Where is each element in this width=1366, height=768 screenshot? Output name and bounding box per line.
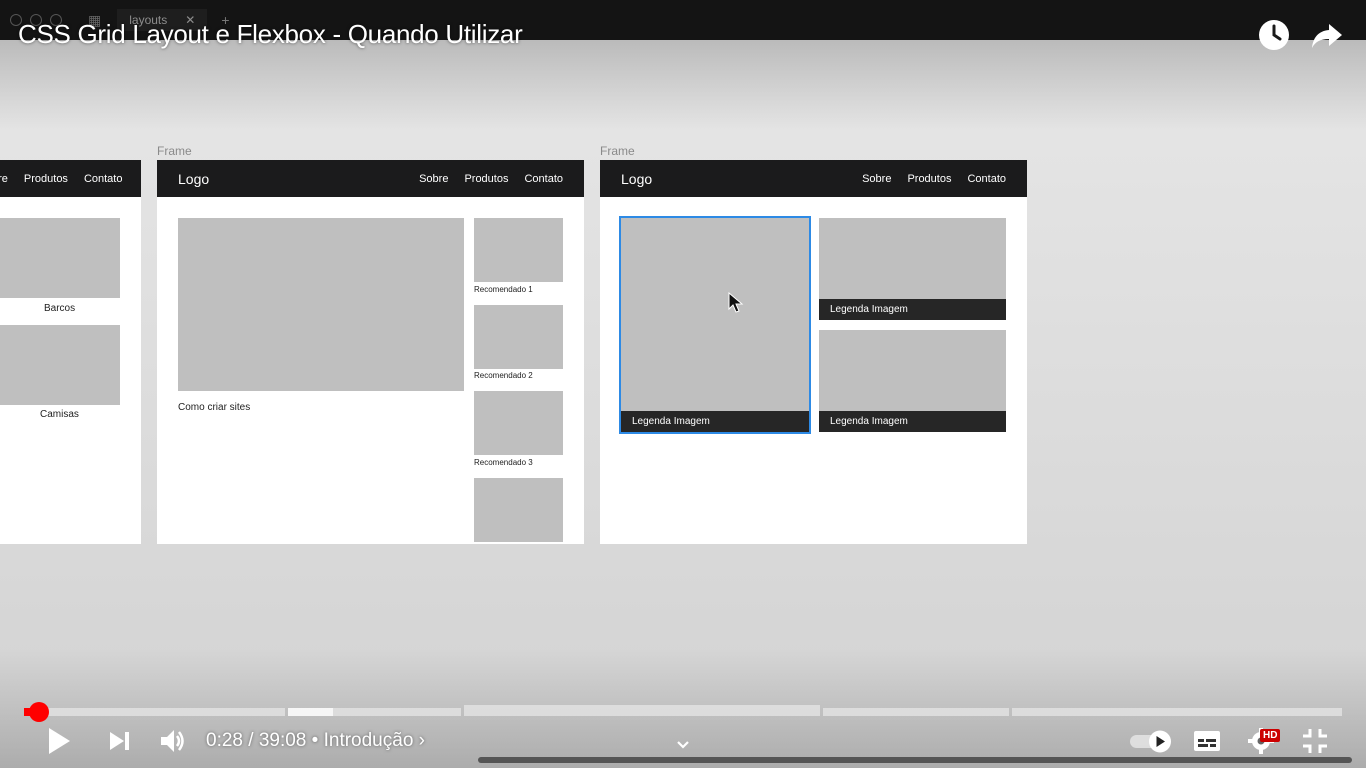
recommended-image <box>474 391 563 455</box>
share-arrow-icon[interactable] <box>1310 18 1344 52</box>
nav-links: bre Produtos Contato <box>0 173 122 185</box>
time-display: 0:28 / 39:08 • Introdução › <box>206 730 425 752</box>
autoplay-toggle-icon[interactable] <box>1128 724 1176 758</box>
chapter-segment[interactable] <box>24 708 285 716</box>
exit-fullscreen-icon[interactable] <box>1300 724 1330 758</box>
image-legend: Legenda Imagem <box>819 299 1006 320</box>
volume-icon[interactable] <box>158 724 188 758</box>
clock-icon[interactable] <box>1257 18 1291 52</box>
nav-link-contato[interactable]: Contato <box>967 173 1006 185</box>
recommended-caption-1: Recomendado 1 <box>474 285 533 294</box>
image-card[interactable]: Legenda Imagem <box>819 330 1006 432</box>
image-placeholder <box>0 218 120 298</box>
subtitles-icon[interactable] <box>1192 724 1222 758</box>
caption-camisas: Camisas <box>40 409 79 420</box>
time-separator: / <box>242 730 259 751</box>
hd-badge: HD <box>1260 729 1281 742</box>
nav-link-produtos[interactable]: Produtos <box>464 173 508 185</box>
nav-link-produtos[interactable]: Produtos <box>907 173 951 185</box>
chapter-bullet: • <box>306 730 324 751</box>
scrubber-knob[interactable] <box>29 702 50 722</box>
chapter-arrow-icon[interactable]: › <box>419 730 425 751</box>
main-caption: Como criar sites <box>178 402 251 413</box>
frame-left: bre Produtos Contato Barcos Camisas <box>0 160 141 544</box>
next-icon[interactable] <box>106 724 134 758</box>
nav-link-contato[interactable]: Contato <box>84 173 123 185</box>
caption-barcos: Barcos <box>44 303 76 314</box>
chapter-segment[interactable] <box>823 708 1009 716</box>
nav-link-sobre[interactable]: bre <box>0 173 8 185</box>
nav-link-produtos[interactable]: Produtos <box>24 173 68 185</box>
image-legend: Legenda Imagem <box>621 411 809 432</box>
current-time: 0:28 <box>206 730 243 751</box>
duration: 39:08 <box>258 730 307 751</box>
chapter-segment[interactable] <box>1012 708 1342 716</box>
recommended-image <box>474 305 563 369</box>
frame-right[interactable]: Logo Sobre Produtos Contato Legenda Imag… <box>600 160 1027 544</box>
play-icon[interactable] <box>44 724 74 758</box>
frame-label: Frame <box>600 144 635 158</box>
image-card[interactable]: Legenda Imagem <box>819 218 1006 320</box>
selected-image-card[interactable]: Legenda Imagem <box>619 216 811 434</box>
top-gradient <box>0 40 1366 130</box>
chapter-segment[interactable] <box>464 705 820 716</box>
logo: Logo <box>621 171 653 187</box>
main-image-placeholder <box>178 218 464 391</box>
frame-middle[interactable]: Logo Sobre Produtos Contato Como criar s… <box>157 160 584 544</box>
recommended-caption-2: Recomendado 2 <box>474 371 533 380</box>
nav-links: Sobre Produtos Contato <box>862 173 1006 185</box>
video-title[interactable]: CSS Grid Layout e Flexbox - Quando Utili… <box>18 19 523 50</box>
chapter-title[interactable]: Introdução <box>324 730 414 751</box>
mouse-cursor-icon <box>728 292 744 313</box>
frame-nav: bre Produtos Contato <box>0 160 141 197</box>
frame-label: Frame <box>157 144 192 158</box>
nav-link-contato[interactable]: Contato <box>524 173 563 185</box>
frame-nav: Logo Sobre Produtos Contato <box>600 160 1027 197</box>
nav-links: Sobre Produtos Contato <box>419 173 563 185</box>
image-legend: Legenda Imagem <box>819 411 1006 432</box>
horizontal-scrollbar[interactable] <box>478 757 1352 763</box>
image-placeholder <box>0 325 120 405</box>
recommended-caption-3: Recomendado 3 <box>474 458 533 467</box>
progress-bar[interactable] <box>24 702 1342 722</box>
logo: Logo <box>178 171 210 187</box>
nav-link-sobre[interactable]: Sobre <box>419 173 448 185</box>
recommended-image <box>474 478 563 542</box>
recommended-image <box>474 218 563 282</box>
buffered-bar <box>288 708 333 716</box>
frame-nav: Logo Sobre Produtos Contato <box>157 160 584 197</box>
nav-link-sobre[interactable]: Sobre <box>862 173 891 185</box>
